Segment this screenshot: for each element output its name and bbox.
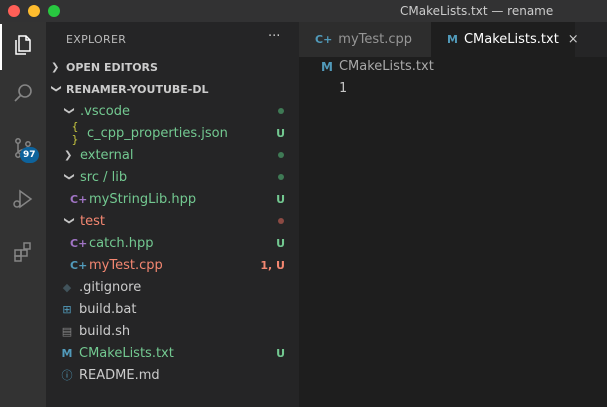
tree-item-label: c_cpp_properties.json — [87, 125, 228, 141]
tree-item-label: external — [80, 147, 134, 163]
git-status-dot — [278, 174, 284, 180]
chevron-down-icon: ❯ — [63, 106, 75, 115]
chevron-down-icon: ❯ — [63, 216, 75, 225]
section-open-editors[interactable]: ❯ OPEN EDITORS — [46, 56, 299, 78]
line-number: 1 — [339, 81, 347, 96]
debug-icon — [11, 187, 35, 215]
tree-file-cmakelists[interactable]: M CMakeLists.txt U — [46, 342, 299, 364]
tree-file-c-cpp-properties[interactable]: { } c_cpp_properties.json U — [46, 120, 299, 146]
tree-item-label: myTest.cpp — [89, 257, 163, 273]
chevron-down-icon: ❯ — [50, 84, 62, 93]
tree-folder-src-lib[interactable]: ❯ src / lib — [46, 166, 299, 188]
cpp-file-icon: C+ — [70, 192, 88, 206]
tree-folder-external[interactable]: ❯ external — [46, 144, 299, 166]
tree-file-gitignore[interactable]: ◆ .gitignore — [46, 276, 299, 298]
cpp-file-icon: C+ — [70, 258, 88, 272]
tree-file-catch[interactable]: C+ catch.hpp U — [46, 232, 299, 254]
tree-file-build-bat[interactable]: ⊞ build.bat — [46, 298, 299, 320]
git-status-label: 1, U — [260, 258, 285, 272]
title-bar: CMakeLists.txt — rename — [0, 0, 607, 22]
git-status-label: U — [276, 346, 285, 360]
cmake-icon: M — [321, 59, 333, 74]
cmake-file-icon: M — [61, 346, 73, 360]
git-status-dot — [278, 108, 284, 114]
tab-label: myTest.cpp — [338, 32, 413, 47]
minimize-window-button[interactable] — [28, 5, 40, 17]
section-label: RENAMER-YOUTUBE-DL — [66, 82, 209, 96]
tree-file-mystringlib[interactable]: C+ myStringLib.hpp U — [46, 188, 299, 210]
editor-tab-bar: C+ myTest.cpp M CMakeLists.txt × — [299, 22, 607, 57]
tree-item-label: catch.hpp — [89, 235, 154, 251]
extensions-icon — [11, 240, 35, 268]
info-icon: ⓘ — [61, 369, 73, 382]
tree-file-mytest[interactable]: C+ myTest.cpp 1, U — [46, 254, 299, 276]
tree-folder-test[interactable]: ❯ test — [46, 210, 299, 232]
activity-source-control[interactable]: 97 — [0, 127, 46, 173]
tree-item-label: build.sh — [79, 323, 131, 339]
git-status-label: U — [276, 192, 285, 206]
git-status-label: U — [276, 236, 285, 250]
tab-label: CMakeLists.txt — [463, 32, 559, 47]
section-label: OPEN EDITORS — [66, 60, 158, 74]
files-icon — [11, 33, 35, 61]
maximize-window-button[interactable] — [48, 5, 60, 17]
search-icon — [11, 81, 35, 109]
tab-mytest-cpp[interactable]: C+ myTest.cpp — [299, 22, 431, 57]
tree-item-label: .vscode — [80, 103, 130, 119]
activity-search[interactable] — [0, 72, 46, 118]
activity-bar: 97 — [0, 22, 46, 407]
tree-file-build-sh[interactable]: ▤ build.sh — [46, 320, 299, 342]
close-window-button[interactable] — [8, 5, 20, 17]
tree-item-label: build.bat — [79, 301, 137, 317]
cpp-file-icon: C+ — [70, 236, 88, 250]
activity-extensions[interactable] — [0, 231, 46, 277]
tree-item-label: myStringLib.hpp — [89, 191, 197, 207]
git-status-label: U — [276, 126, 285, 140]
tree-file-readme[interactable]: ⓘ README.md — [46, 364, 299, 386]
explorer-header: EXPLORER — [66, 33, 127, 46]
editor-area[interactable]: 1 — [299, 79, 607, 407]
source-control-badge: 97 — [20, 147, 39, 163]
tree-item-label: README.md — [79, 367, 160, 383]
chevron-down-icon: ❯ — [63, 172, 75, 181]
cmake-icon: M — [447, 33, 458, 46]
tree-item-label: .gitignore — [79, 279, 142, 295]
window-title: CMakeLists.txt — rename — [400, 4, 554, 18]
tree-item-label: src / lib — [80, 169, 128, 185]
activity-explorer[interactable] — [0, 24, 46, 70]
git-status-dot — [278, 152, 284, 158]
section-project[interactable]: ❯ RENAMER-YOUTUBE-DL — [46, 78, 299, 100]
breadcrumb[interactable]: M CMakeLists.txt — [321, 59, 434, 74]
cpp-icon: C+ — [315, 33, 333, 46]
shell-file-icon: ▤ — [61, 324, 73, 338]
breadcrumb-file[interactable]: CMakeLists.txt — [339, 59, 434, 74]
git-status-dot — [278, 218, 284, 224]
tree-item-label: test — [80, 213, 105, 229]
tree-folder-vscode[interactable]: ❯ .vscode — [46, 100, 299, 122]
chevron-right-icon: ❯ — [64, 149, 73, 161]
tab-cmakelists[interactable]: M CMakeLists.txt × — [431, 22, 579, 57]
close-tab-button[interactable]: × — [568, 32, 579, 47]
json-file-icon: { } — [71, 120, 79, 146]
chevron-right-icon: ❯ — [51, 61, 60, 73]
windows-file-icon: ⊞ — [62, 302, 72, 316]
tree-item-label: CMakeLists.txt — [79, 345, 174, 361]
more-actions-button[interactable]: ··· — [268, 29, 280, 44]
git-file-icon: ◆ — [62, 280, 72, 294]
activity-run-debug[interactable] — [0, 178, 46, 224]
explorer-sidebar: EXPLORER ··· ❯ OPEN EDITORS ❯ RENAMER-YO… — [46, 22, 299, 407]
